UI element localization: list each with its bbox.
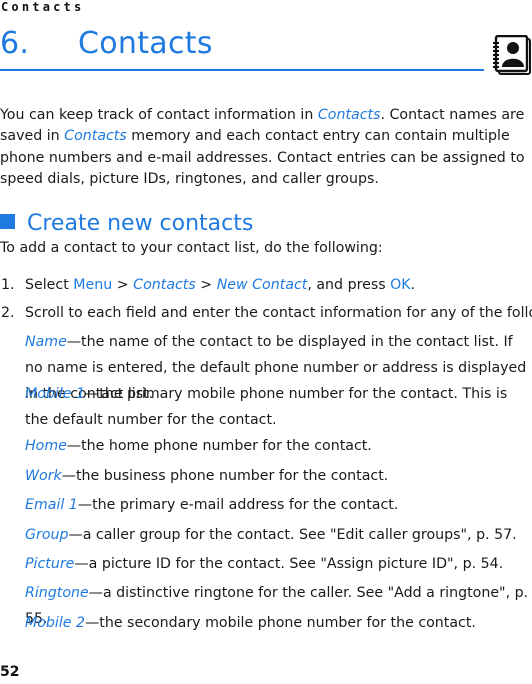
field-home: Home—the home phone number for the conta… <box>25 433 532 459</box>
chapter-title: 6. Contacts <box>0 26 213 61</box>
contacts-link: Contacts <box>317 107 381 123</box>
field-desc: —a picture ID for the contact. See "Assi… <box>74 556 504 572</box>
step-text-part: , and press <box>307 277 391 293</box>
field-label: Email 1 <box>25 497 78 513</box>
step-text: Scroll to each field and enter the conta… <box>25 305 532 321</box>
menu-key: Menu <box>73 277 113 293</box>
field-desc: —the home phone number for the contact. <box>66 438 372 454</box>
step-number: 2. <box>1 305 15 321</box>
step-text-part: . <box>410 277 416 293</box>
separator: > <box>112 277 134 293</box>
field-mobile-1: Mobile 1—the primary mobile phone number… <box>25 381 532 433</box>
field-label: Home <box>25 438 67 454</box>
running-head: Contacts <box>1 0 85 14</box>
field-label: Name <box>25 334 67 350</box>
field-label: Picture <box>25 556 75 572</box>
chapter-number: 6. <box>0 26 30 61</box>
field-desc: —the secondary mobile phone number for t… <box>85 615 476 631</box>
lead-text: To add a contact to your contact list, d… <box>0 240 383 256</box>
square-bullet-icon <box>0 214 15 229</box>
contacts-menu-item: Contacts <box>133 277 196 293</box>
field-desc: —the primary mobile phone number for the… <box>25 386 508 428</box>
new-contact-menu-item: New Contact <box>216 277 308 293</box>
section-title: Create new contacts <box>0 211 253 236</box>
intro-text: You can keep track of contact informatio… <box>0 107 318 123</box>
field-group: Group—a caller group for the contact. Se… <box>25 522 532 548</box>
intro-paragraph: You can keep track of contact informatio… <box>0 105 532 190</box>
step-number: 1. <box>1 277 15 293</box>
field-email-1: Email 1—the primary e-mail address for t… <box>25 492 532 518</box>
field-label: Group <box>25 527 69 543</box>
field-desc: —the primary e-mail address for the cont… <box>77 497 399 513</box>
contacts-book-icon <box>493 35 531 75</box>
field-label: Mobile 1 <box>25 386 86 402</box>
field-label: Mobile 2 <box>25 615 86 631</box>
section-title-text: Create new contacts <box>27 211 254 236</box>
page-number: 52 <box>0 664 20 680</box>
separator: > <box>195 277 217 293</box>
step-text-part: Select <box>25 277 74 293</box>
field-desc: —the business phone number for the conta… <box>61 468 389 484</box>
ok-key: OK <box>390 277 411 293</box>
field-label: Work <box>25 468 62 484</box>
field-picture: Picture—a picture ID for the contact. Se… <box>25 551 532 577</box>
title-rule <box>0 69 484 71</box>
chapter-title-text: Contacts <box>78 26 213 61</box>
field-label: Ringtone <box>25 585 89 601</box>
contacts-link: Contacts <box>64 128 127 145</box>
field-work: Work—the business phone number for the c… <box>25 463 532 489</box>
step-text: Select Menu > Contacts > New Contact, an… <box>25 277 415 293</box>
field-mobile-2: Mobile 2—the secondary mobile phone numb… <box>25 610 532 636</box>
field-desc: —a caller group for the contact. See "Ed… <box>68 527 517 543</box>
